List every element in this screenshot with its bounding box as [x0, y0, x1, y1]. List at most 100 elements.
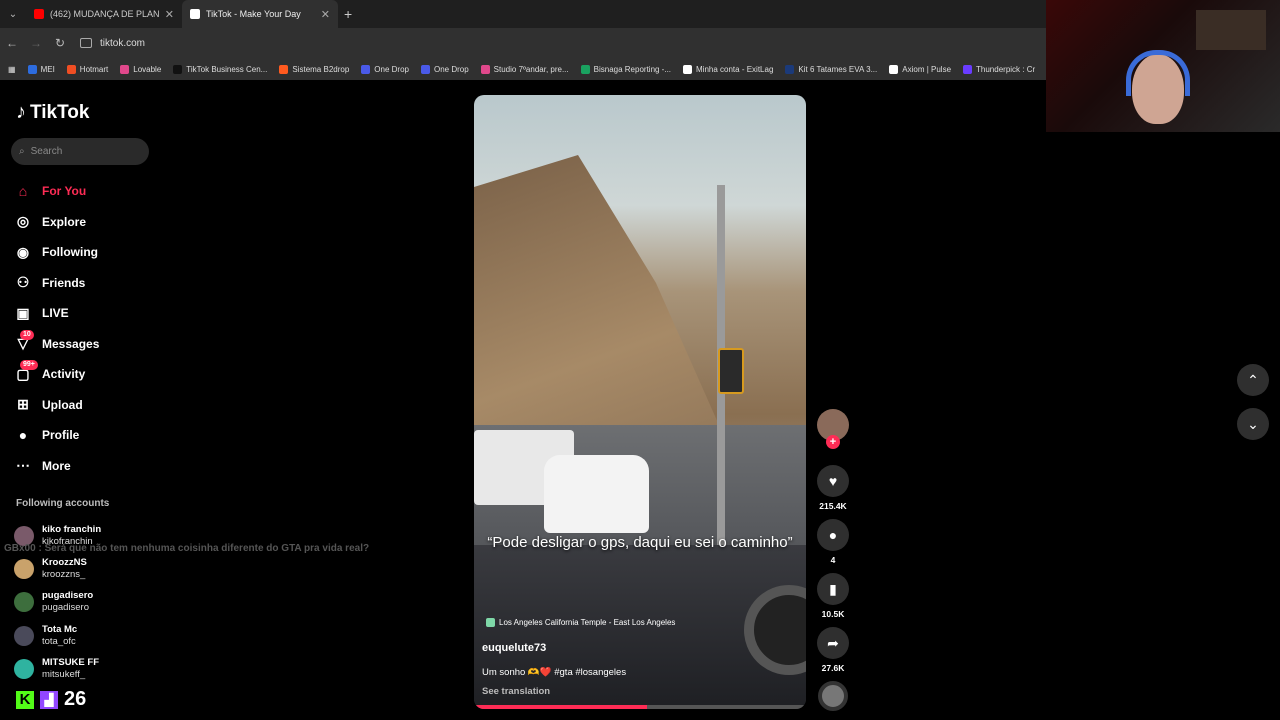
heart-icon: ♥ — [828, 473, 838, 489]
account-name: MITSUKE FF — [42, 656, 99, 668]
bookmark-favicon-icon — [66, 64, 76, 74]
close-tab-icon[interactable]: ✕ — [321, 8, 330, 21]
bookmark-favicon-icon — [683, 64, 693, 74]
bookmark-item[interactable]: TikTok Business Cen... — [173, 64, 267, 74]
account-name: KroozzNS — [42, 556, 87, 568]
bookmark-icon: ▮ — [829, 580, 837, 597]
music-disc-icon[interactable] — [818, 681, 848, 711]
bookmark-item[interactable]: Bisnaga Reporting -... — [580, 64, 672, 74]
tiktok-favicon-icon — [190, 9, 200, 19]
home-icon: ⌂ — [18, 183, 28, 200]
location-tag[interactable]: Los Angeles California Temple - East Los… — [486, 618, 675, 627]
bookmark-item[interactable]: Thunderpick : Cr — [963, 64, 1036, 74]
bookmark-item[interactable]: Sistema B2drop — [279, 64, 349, 74]
forward-icon[interactable]: → — [24, 36, 48, 50]
sidebar-item-label: Upload — [42, 397, 83, 412]
sidebar-menu: ⌂ For You ◎ Explore ◉ Following ⚇ Friends ▣ LIVE ▽… — [14, 176, 99, 481]
next-video-button[interactable]: ⌄ — [1237, 408, 1269, 440]
sidebar-item-friends[interactable]: ⚇ Friends — [14, 268, 99, 299]
video-player[interactable]: “Pode desligar o gps, daqui eu sei o cam… — [474, 95, 806, 709]
url-field[interactable]: tiktok.com — [80, 38, 145, 49]
close-tab-icon[interactable]: ✕ — [165, 8, 174, 21]
bookmark-favicon-icon — [420, 64, 430, 74]
avatar — [14, 558, 34, 579]
stream-overlay-badge: K ▟ 26 — [16, 688, 86, 711]
bookmark-item[interactable]: One Drop — [420, 64, 469, 74]
sidebar-item-live[interactable]: ▣ LIVE — [14, 298, 99, 329]
bookmark-favicon-icon — [889, 64, 899, 74]
comment-button[interactable]: ● — [817, 519, 849, 551]
bookmark-item[interactable]: Lovable — [120, 64, 161, 74]
video-progress-bar[interactable] — [474, 705, 806, 709]
sidebar-item-profile[interactable]: ● Profile — [14, 420, 99, 451]
tab-title: (462) MUDANÇA DE PLANOS: ( — [50, 9, 159, 19]
bookmark-favicon-icon — [361, 64, 371, 74]
creator-avatar[interactable]: + — [817, 409, 849, 449]
following-account-item[interactable]: KroozzNS kroozzns_ — [14, 552, 101, 585]
bookmark-item[interactable]: Studio 7ºandar, pre... — [480, 64, 569, 74]
sidebar-item-label: Following — [42, 245, 98, 260]
bookmark-favicon-icon — [785, 64, 795, 74]
bookmark-favicon-icon — [279, 64, 289, 74]
sidebar-item-more[interactable]: ⋯ More — [14, 451, 99, 482]
live-icon: ▣ — [16, 304, 30, 321]
bookmark-label: Kit 6 Tatames EVA 3... — [798, 64, 878, 74]
sidebar-item-label: Explore — [42, 214, 87, 229]
tab-youtube[interactable]: (462) MUDANÇA DE PLANOS: ( ✕ — [26, 0, 182, 28]
like-button[interactable]: ♥ — [817, 465, 849, 497]
upload-icon: ⊞ — [17, 396, 29, 413]
share-arrow-icon: ➦ — [827, 634, 839, 651]
avatar — [14, 658, 34, 679]
bookmark-label: Studio 7ºandar, pre... — [493, 64, 569, 74]
bookmark-favicon-icon — [173, 64, 183, 74]
following-account-item[interactable]: MITSUKE FF mitsukeff_ — [14, 652, 101, 685]
sidebar-item-for-you[interactable]: ⌂ For You — [14, 176, 99, 207]
tab-tiktok[interactable]: TikTok - Make Your Day ✕ — [182, 0, 338, 28]
tiktok-logo[interactable]: ♪ TikTok — [16, 101, 89, 124]
stream-chat-message: GBx00 : Será que não tem nenhuma coisinh… — [4, 543, 370, 554]
sidebar-item-explore[interactable]: ◎ Explore — [14, 207, 99, 238]
account-name: Tota Mc — [42, 623, 78, 635]
bookmark-item[interactable]: MEI — [27, 64, 55, 74]
bookmark-item[interactable]: Hotmart — [66, 64, 108, 74]
account-handle: tota_ofc — [42, 635, 76, 647]
search-icon: ⌕ — [19, 146, 25, 157]
save-button[interactable]: ▮ — [817, 573, 849, 605]
video-description: Um sonho 🫶❤️ #gta #losangeles — [482, 667, 627, 678]
bookmark-item[interactable]: Axiom | Pulse — [889, 64, 951, 74]
sidebar-item-upload[interactable]: ⊞ Upload — [14, 390, 99, 421]
avatar — [14, 592, 34, 613]
bookmark-item[interactable]: Minha conta - ExitLag — [683, 64, 773, 74]
following-account-item[interactable]: pugadisero pugadisero — [14, 586, 101, 619]
sidebar-item-label: Profile — [42, 428, 80, 443]
sidebar-item-activity[interactable]: ▢ Activity 99+ — [14, 359, 99, 390]
sidebar-item-label: Friends — [42, 275, 86, 290]
search-input[interactable]: ⌕ Search — [11, 138, 149, 165]
sidebar-item-following[interactable]: ◉ Following — [14, 237, 99, 268]
headphones — [1126, 50, 1190, 96]
video-author[interactable]: euquelute73 — [482, 642, 546, 654]
reload-icon[interactable]: ↻ — [48, 36, 72, 50]
apps-icon[interactable]: ▦ — [8, 65, 16, 74]
bookmark-label: Thunderpick : Cr — [976, 64, 1036, 74]
bookmark-label: Bisnaga Reporting -... — [593, 64, 672, 74]
sidebar-item-label: For You — [42, 184, 87, 199]
account-handle: pugadisero — [42, 602, 90, 614]
video-progress-fill — [474, 705, 647, 709]
following-account-item[interactable]: Tota Mc tota_ofc — [14, 619, 101, 652]
new-tab-button[interactable]: + — [344, 6, 352, 22]
share-button[interactable]: ➦ — [817, 627, 849, 659]
follow-plus-icon[interactable]: + — [826, 435, 840, 449]
bookmark-item[interactable]: One Drop — [361, 64, 409, 74]
search-placeholder: Search — [30, 146, 63, 157]
tab-search-icon[interactable]: ⌄ — [0, 0, 26, 28]
viewer-count: 26 — [64, 688, 87, 710]
previous-video-button[interactable]: ⌃ — [1237, 364, 1269, 396]
back-icon[interactable]: ← — [0, 36, 24, 50]
sidebar-item-messages[interactable]: ▽ Messages 10 — [14, 329, 99, 360]
account-handle: mitsukeff_ — [42, 668, 86, 680]
site-info-icon[interactable] — [80, 38, 92, 48]
bookmark-item[interactable]: Kit 6 Tatames EVA 3... — [785, 64, 878, 74]
see-translation-link[interactable]: See translation — [482, 686, 550, 697]
kick-logo-icon: K — [16, 690, 34, 709]
